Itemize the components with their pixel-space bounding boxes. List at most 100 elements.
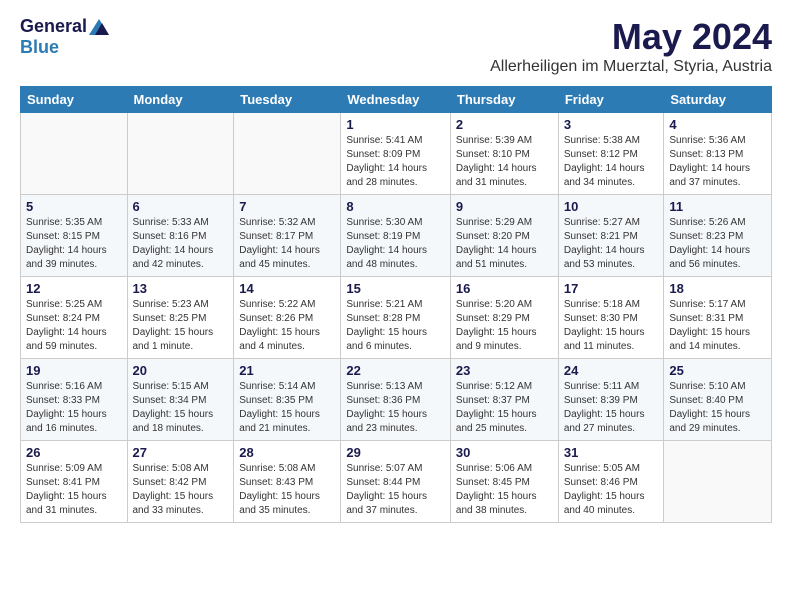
table-row: 26Sunrise: 5:09 AM Sunset: 8:41 PM Dayli… — [21, 441, 128, 523]
day-info: Sunrise: 5:23 AM Sunset: 8:25 PM Dayligh… — [133, 298, 229, 354]
table-row: 3 Sunrise: 5:38 AM Sunset: 8:12 PM Daylig… — [558, 113, 664, 195]
day-info: Sunrise: 5:21 AM Sunset: 8:28 PM Dayligh… — [346, 298, 445, 354]
day-number: 17 — [564, 281, 659, 296]
day-number: 30 — [456, 445, 553, 460]
table-row — [21, 113, 128, 195]
page: General Blue May 2024 Allerheiligen im M… — [0, 0, 792, 539]
day-number: 14 — [239, 281, 335, 296]
table-row — [127, 113, 234, 195]
day-number: 20 — [133, 363, 229, 378]
week-row-1: 5Sunrise: 5:35 AM Sunset: 8:15 PM Daylig… — [21, 195, 772, 277]
day-number: 12 — [26, 281, 122, 296]
col-friday: Friday — [558, 87, 664, 113]
day-info: Sunrise: 5:22 AM Sunset: 8:26 PM Dayligh… — [239, 298, 335, 354]
day-number: 16 — [456, 281, 553, 296]
day-number: 24 — [564, 363, 659, 378]
day-number: 31 — [564, 445, 659, 460]
table-row: 28Sunrise: 5:08 AM Sunset: 8:43 PM Dayli… — [234, 441, 341, 523]
day-info: Sunrise: 5:14 AM Sunset: 8:35 PM Dayligh… — [239, 380, 335, 436]
table-row: 11 Sunrise: 5:26 AM Sunset: 8:23 PM Dayli… — [664, 195, 772, 277]
table-row: 9 Sunrise: 5:29 AM Sunset: 8:20 PM Daylig… — [450, 195, 558, 277]
day-number: 19 — [26, 363, 122, 378]
table-row: 7Sunrise: 5:32 AM Sunset: 8:17 PM Daylig… — [234, 195, 341, 277]
day-info: Sunrise: 5:06 AM Sunset: 8:45 PM Dayligh… — [456, 462, 553, 518]
day-number: 15 — [346, 281, 445, 296]
day-info: Sunrise: 5:18 AM Sunset: 8:30 PM Dayligh… — [564, 298, 659, 354]
day-info: Sunrise: 5:38 AM Sunset: 8:12 PM Dayligh… — [564, 134, 659, 190]
day-number: 27 — [133, 445, 229, 460]
table-row: 17 Sunrise: 5:18 AM Sunset: 8:30 PM Dayli… — [558, 277, 664, 359]
day-info: Sunrise: 5:26 AM Sunset: 8:23 PM Dayligh… — [669, 216, 766, 272]
table-row: 27 Sunrise: 5:08 AM Sunset: 8:42 PM Dayli… — [127, 441, 234, 523]
table-row: 19 Sunrise: 5:16 AM Sunset: 8:33 PM Dayli… — [21, 359, 128, 441]
header-row: Sunday Monday Tuesday Wednesday Thursday… — [21, 87, 772, 113]
calendar: Sunday Monday Tuesday Wednesday Thursday… — [20, 86, 772, 523]
col-tuesday: Tuesday — [234, 87, 341, 113]
day-info: Sunrise: 5:33 AM Sunset: 8:16 PM Dayligh… — [133, 216, 229, 272]
day-info: Sunrise: 5:09 AM Sunset: 8:41 PM Dayligh… — [26, 462, 122, 518]
table-row: 13 Sunrise: 5:23 AM Sunset: 8:25 PM Dayli… — [127, 277, 234, 359]
day-number: 29 — [346, 445, 445, 460]
day-info: Sunrise: 5:35 AM Sunset: 8:15 PM Dayligh… — [26, 216, 122, 272]
day-info: Sunrise: 5:08 AM Sunset: 8:43 PM Dayligh… — [239, 462, 335, 518]
day-info: Sunrise: 5:29 AM Sunset: 8:20 PM Dayligh… — [456, 216, 553, 272]
day-info: Sunrise: 5:39 AM Sunset: 8:10 PM Dayligh… — [456, 134, 553, 190]
day-number: 11 — [669, 199, 766, 214]
day-info: Sunrise: 5:16 AM Sunset: 8:33 PM Dayligh… — [26, 380, 122, 436]
week-row-4: 26Sunrise: 5:09 AM Sunset: 8:41 PM Dayli… — [21, 441, 772, 523]
col-saturday: Saturday — [664, 87, 772, 113]
logo-blue: Blue — [20, 37, 59, 58]
logo-text: General — [20, 16, 109, 37]
table-row: 10Sunrise: 5:27 AM Sunset: 8:21 PM Dayli… — [558, 195, 664, 277]
table-row: 21 Sunrise: 5:14 AM Sunset: 8:35 PM Dayli… — [234, 359, 341, 441]
table-row — [664, 441, 772, 523]
day-number: 13 — [133, 281, 229, 296]
day-info: Sunrise: 5:13 AM Sunset: 8:36 PM Dayligh… — [346, 380, 445, 436]
day-number: 18 — [669, 281, 766, 296]
day-info: Sunrise: 5:30 AM Sunset: 8:19 PM Dayligh… — [346, 216, 445, 272]
week-row-2: 12Sunrise: 5:25 AM Sunset: 8:24 PM Dayli… — [21, 277, 772, 359]
table-row: 16 Sunrise: 5:20 AM Sunset: 8:29 PM Dayli… — [450, 277, 558, 359]
day-info: Sunrise: 5:36 AM Sunset: 8:13 PM Dayligh… — [669, 134, 766, 190]
table-row: 4 Sunrise: 5:36 AM Sunset: 8:13 PM Daylig… — [664, 113, 772, 195]
table-row: 14 Sunrise: 5:22 AM Sunset: 8:26 PM Dayli… — [234, 277, 341, 359]
day-info: Sunrise: 5:08 AM Sunset: 8:42 PM Dayligh… — [133, 462, 229, 518]
table-row: 25 Sunrise: 5:10 AM Sunset: 8:40 PM Dayli… — [664, 359, 772, 441]
day-number: 23 — [456, 363, 553, 378]
table-row: 8Sunrise: 5:30 AM Sunset: 8:19 PM Daylig… — [341, 195, 451, 277]
table-row: 1Sunrise: 5:41 AM Sunset: 8:09 PM Daylig… — [341, 113, 451, 195]
day-info: Sunrise: 5:12 AM Sunset: 8:37 PM Dayligh… — [456, 380, 553, 436]
table-row: 18 Sunrise: 5:17 AM Sunset: 8:31 PM Dayli… — [664, 277, 772, 359]
day-info: Sunrise: 5:17 AM Sunset: 8:31 PM Dayligh… — [669, 298, 766, 354]
table-row: 2 Sunrise: 5:39 AM Sunset: 8:10 PM Daylig… — [450, 113, 558, 195]
logo-general: General — [20, 16, 87, 37]
day-number: 3 — [564, 117, 659, 132]
day-info: Sunrise: 5:32 AM Sunset: 8:17 PM Dayligh… — [239, 216, 335, 272]
day-info: Sunrise: 5:10 AM Sunset: 8:40 PM Dayligh… — [669, 380, 766, 436]
day-number: 4 — [669, 117, 766, 132]
day-number: 9 — [456, 199, 553, 214]
day-number: 2 — [456, 117, 553, 132]
week-row-3: 19 Sunrise: 5:16 AM Sunset: 8:33 PM Dayli… — [21, 359, 772, 441]
day-number: 25 — [669, 363, 766, 378]
day-number: 21 — [239, 363, 335, 378]
table-row: 6Sunrise: 5:33 AM Sunset: 8:16 PM Daylig… — [127, 195, 234, 277]
col-monday: Monday — [127, 87, 234, 113]
day-info: Sunrise: 5:07 AM Sunset: 8:44 PM Dayligh… — [346, 462, 445, 518]
table-row: 29 Sunrise: 5:07 AM Sunset: 8:44 PM Dayli… — [341, 441, 451, 523]
day-info: Sunrise: 5:27 AM Sunset: 8:21 PM Dayligh… — [564, 216, 659, 272]
table-row: 30 Sunrise: 5:06 AM Sunset: 8:45 PM Dayli… — [450, 441, 558, 523]
table-row — [234, 113, 341, 195]
logo-icon — [89, 19, 109, 35]
day-info: Sunrise: 5:15 AM Sunset: 8:34 PM Dayligh… — [133, 380, 229, 436]
location: Allerheiligen im Muerztal, Styria, Austr… — [490, 58, 772, 76]
table-row: 5Sunrise: 5:35 AM Sunset: 8:15 PM Daylig… — [21, 195, 128, 277]
title-area: May 2024 Allerheiligen im Muerztal, Styr… — [490, 16, 772, 76]
day-number: 1 — [346, 117, 445, 132]
table-row: 23 Sunrise: 5:12 AM Sunset: 8:37 PM Dayli… — [450, 359, 558, 441]
header: General Blue May 2024 Allerheiligen im M… — [20, 16, 772, 76]
day-info: Sunrise: 5:20 AM Sunset: 8:29 PM Dayligh… — [456, 298, 553, 354]
col-wednesday: Wednesday — [341, 87, 451, 113]
col-thursday: Thursday — [450, 87, 558, 113]
logo: General Blue — [20, 16, 109, 58]
